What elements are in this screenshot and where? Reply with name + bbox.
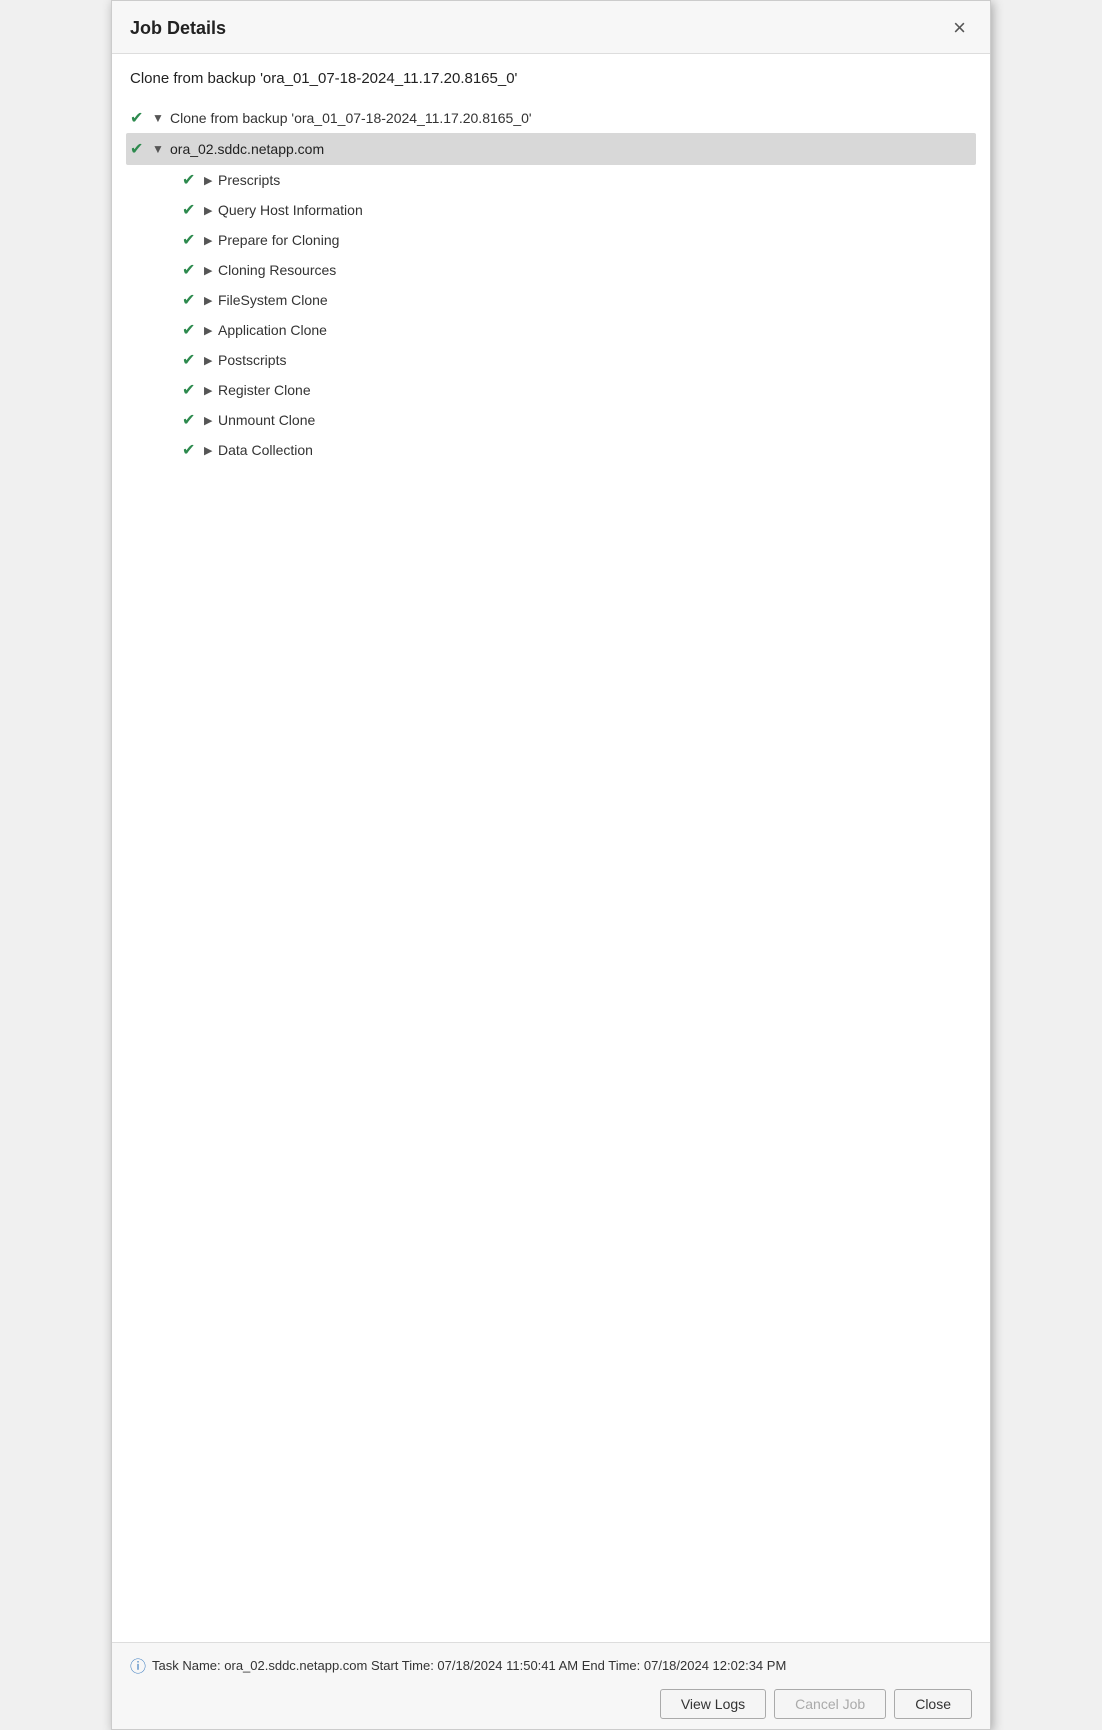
root-expand-arrow[interactable]: ▼ (152, 111, 170, 125)
tree-item-row: ✔▶ Postscripts (182, 345, 972, 375)
tree-item-row: ✔▶ Prepare for Cloning (182, 225, 972, 255)
item-expand-arrow[interactable]: ▶ (204, 294, 218, 307)
item-label: Query Host Information (218, 202, 363, 218)
item-check-icon: ✔ (182, 380, 204, 400)
main-title: Clone from backup 'ora_01_07-18-2024_11.… (130, 70, 972, 87)
item-expand-arrow[interactable]: ▶ (204, 384, 218, 397)
item-expand-arrow[interactable]: ▶ (204, 174, 218, 187)
item-label: FileSystem Clone (218, 292, 328, 308)
item-label: Prescripts (218, 172, 280, 188)
tree-root-row: ✔ ▼ Clone from backup 'ora_01_07-18-2024… (130, 103, 972, 133)
info-icon: ⓘ (130, 1653, 146, 1677)
tree-item-row: ✔▶ Application Clone (182, 315, 972, 345)
host-expand-arrow[interactable]: ▼ (152, 142, 170, 156)
tree-container: ✔ ▼ Clone from backup 'ora_01_07-18-2024… (130, 103, 972, 465)
tree-items-container: ✔▶ Prescripts✔▶ Query Host Information✔▶… (130, 165, 972, 465)
item-label: Unmount Clone (218, 412, 315, 428)
dialog-footer: ⓘ Task Name: ora_02.sddc.netapp.com Star… (112, 1642, 990, 1729)
item-check-icon: ✔ (182, 200, 204, 220)
item-check-icon: ✔ (182, 350, 204, 370)
item-check-icon: ✔ (182, 290, 204, 310)
item-check-icon: ✔ (182, 260, 204, 280)
item-check-icon: ✔ (182, 320, 204, 340)
job-details-dialog: Job Details × Clone from backup 'ora_01_… (111, 0, 991, 1730)
host-check-icon: ✔ (130, 139, 152, 159)
item-label: Postscripts (218, 352, 286, 368)
item-expand-arrow[interactable]: ▶ (204, 264, 218, 277)
tree-host-row: ✔ ▼ ora_02.sddc.netapp.com (126, 133, 976, 165)
tree-item-row: ✔▶ Prescripts (182, 165, 972, 195)
item-check-icon: ✔ (182, 230, 204, 250)
item-label: Cloning Resources (218, 262, 336, 278)
close-button[interactable]: Close (894, 1689, 972, 1719)
item-label: Data Collection (218, 442, 313, 458)
tree-item-row: ✔▶ Cloning Resources (182, 255, 972, 285)
item-label: Application Clone (218, 322, 327, 338)
cancel-job-button[interactable]: Cancel Job (774, 1689, 886, 1719)
item-expand-arrow[interactable]: ▶ (204, 444, 218, 457)
dialog-header: Job Details × (112, 1, 990, 54)
item-expand-arrow[interactable]: ▶ (204, 414, 218, 427)
item-expand-arrow[interactable]: ▶ (204, 354, 218, 367)
dialog-body: Clone from backup 'ora_01_07-18-2024_11.… (112, 54, 990, 1642)
item-expand-arrow[interactable]: ▶ (204, 204, 218, 217)
item-expand-arrow[interactable]: ▶ (204, 324, 218, 337)
tree-item-row: ✔▶ FileSystem Clone (182, 285, 972, 315)
view-logs-button[interactable]: View Logs (660, 1689, 766, 1719)
item-check-icon: ✔ (182, 410, 204, 430)
item-label: Prepare for Cloning (218, 232, 339, 248)
item-label: Register Clone (218, 382, 311, 398)
host-label: ora_02.sddc.netapp.com (170, 141, 324, 157)
dialog-close-button[interactable]: × (947, 15, 972, 41)
tree-item-row: ✔▶ Register Clone (182, 375, 972, 405)
item-check-icon: ✔ (182, 440, 204, 460)
root-label: Clone from backup 'ora_01_07-18-2024_11.… (170, 110, 532, 126)
tree-item-row: ✔▶ Data Collection (182, 435, 972, 465)
dialog-title: Job Details (130, 18, 226, 39)
footer-info: ⓘ Task Name: ora_02.sddc.netapp.com Star… (130, 1653, 972, 1677)
item-expand-arrow[interactable]: ▶ (204, 234, 218, 247)
item-check-icon: ✔ (182, 170, 204, 190)
root-check-icon: ✔ (130, 108, 152, 128)
tree-item-row: ✔▶ Query Host Information (182, 195, 972, 225)
footer-info-text: Task Name: ora_02.sddc.netapp.com Start … (152, 1658, 786, 1673)
footer-buttons: View Logs Cancel Job Close (130, 1689, 972, 1719)
tree-item-row: ✔▶ Unmount Clone (182, 405, 972, 435)
